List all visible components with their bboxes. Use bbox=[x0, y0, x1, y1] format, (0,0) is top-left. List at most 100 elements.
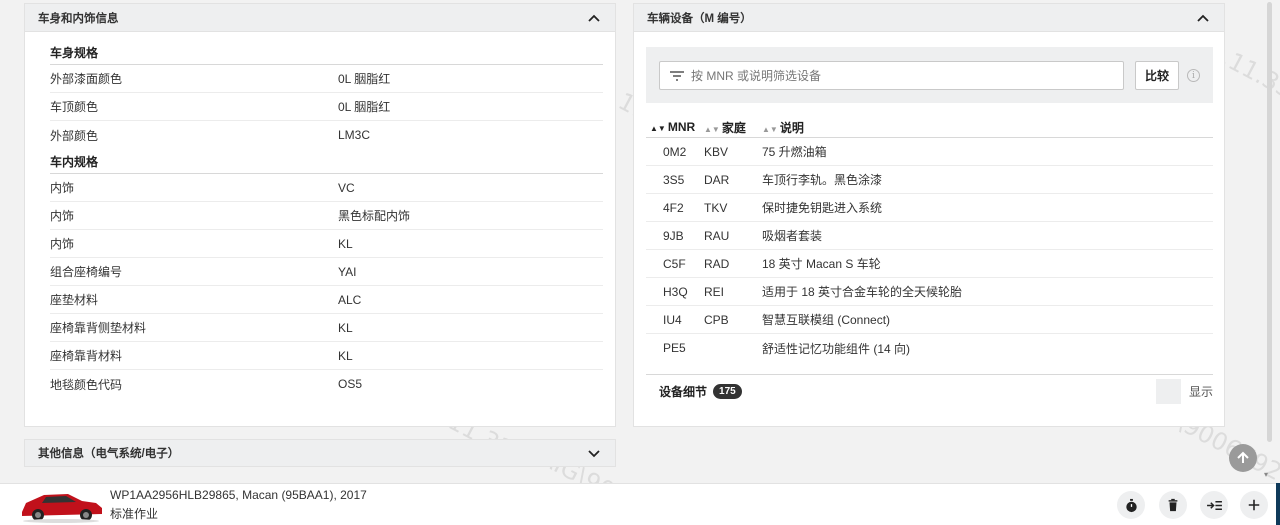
filter-bar: 按 MNR 或说明筛选设备 比较 i bbox=[646, 47, 1213, 103]
spec-value: 黑色标配内饰 bbox=[338, 209, 411, 223]
cell-desc: 车顶行李轨。黑色涂漆 bbox=[762, 173, 883, 187]
equipment-filter-input[interactable]: 按 MNR 或说明筛选设备 bbox=[659, 61, 1124, 90]
spec-label: 车顶颜色 bbox=[50, 100, 99, 114]
table-row: IU4 CPB 智慧互联模组 (Connect) bbox=[646, 306, 1213, 334]
group-heading: 车内规格 bbox=[50, 155, 603, 174]
spec-value: ALC bbox=[338, 292, 362, 307]
spec-value: LM3C bbox=[338, 128, 371, 142]
cell-mnr: 9JB bbox=[663, 228, 684, 243]
panel-title: 车辆设备（M 编号） bbox=[647, 12, 752, 25]
equipment-panel: 车辆设备（M 编号） 按 MNR 或说明筛选设备 比较 i ▲▼ MNR ▲▼ 家庭… bbox=[633, 3, 1225, 427]
cell-mnr: 0M2 bbox=[663, 144, 687, 159]
spec-label: 地毯颜色代码 bbox=[50, 377, 123, 392]
details-count-badge: 175 bbox=[713, 384, 742, 399]
column-label: 说明 bbox=[779, 120, 804, 135]
table-row: C5F RAD 18 英寸 Macan S 车轮 bbox=[646, 250, 1213, 278]
spec-row: 内饰 VC bbox=[50, 174, 603, 202]
body-interior-panel: 车身和内饰信息 车身规格 外部漆面颜色 0L 胭脂红 车顶颜色 0L 胭脂红 外部颜… bbox=[24, 3, 616, 427]
scrollbar-thumb[interactable] bbox=[1267, 2, 1272, 442]
edge-accent-bar bbox=[1276, 483, 1280, 525]
cell-family: RAD bbox=[704, 256, 730, 271]
spec-label: 座椅靠背材料 bbox=[50, 349, 123, 363]
chevron-up-icon[interactable] bbox=[1196, 11, 1210, 25]
table-header: ▲▼ MNR ▲▼ 家庭 ▲▼ 说明 bbox=[646, 117, 1213, 138]
scroll-to-top-button[interactable] bbox=[1229, 444, 1257, 472]
details-label-wrap: 设备细节 175 bbox=[659, 383, 742, 400]
column-label: MNR bbox=[667, 120, 696, 134]
cell-mnr: IU4 bbox=[663, 312, 682, 327]
cell-desc: 舒适性记忆功能组件 (14 向) bbox=[762, 341, 911, 356]
cell-family: TKV bbox=[704, 200, 728, 215]
compare-button[interactable]: 比较 bbox=[1135, 61, 1179, 90]
car-thumbnail-icon bbox=[22, 494, 102, 523]
spec-label: 座垫材料 bbox=[50, 293, 99, 307]
panel-title: 车身和内饰信息 bbox=[38, 12, 119, 25]
cell-family: KBV bbox=[704, 144, 729, 159]
show-toggle[interactable]: 显示 bbox=[1155, 379, 1213, 404]
spec-value: 0L 胭脂红 bbox=[338, 72, 391, 86]
spec-row: 座椅靠背材料 KL bbox=[50, 342, 603, 370]
spec-value: VC bbox=[338, 180, 355, 195]
interior-spec-group: 车内规格 内饰 VC 内饰 黑色标配内饰 内饰 KL 组合座椅编号 YAI 座垫材料 AL… bbox=[25, 155, 615, 398]
show-checkbox[interactable] bbox=[1155, 379, 1181, 404]
body-interior-header[interactable]: 车身和内饰信息 bbox=[25, 4, 615, 32]
spec-label: 内饰 bbox=[50, 237, 75, 251]
spec-row: 座垫材料 ALC bbox=[50, 286, 603, 314]
cell-family: CPB bbox=[704, 312, 729, 327]
equipment-table: ▲▼ MNR ▲▼ 家庭 ▲▼ 说明 0M2 KBV 75 升燃油箱 3S5 DAR 车顶行李… bbox=[646, 117, 1213, 362]
cell-desc: 保时捷免钥匙进入系统 bbox=[762, 201, 883, 215]
chevron-down-icon[interactable] bbox=[587, 446, 601, 460]
table-row: 4F2 TKV 保时捷免钥匙进入系统 bbox=[646, 194, 1213, 222]
filter-placeholder: 按 MNR 或说明筛选设备 bbox=[691, 69, 821, 83]
spec-row: 内饰 KL bbox=[50, 230, 603, 258]
table-row: 3S5 DAR 车顶行李轨。黑色涂漆 bbox=[646, 166, 1213, 194]
cell-desc: 75 升燃油箱 bbox=[762, 145, 827, 159]
spec-row: 外部颜色 LM3C bbox=[50, 121, 603, 149]
cell-desc: 吸烟者套装 bbox=[762, 229, 823, 243]
panel-title: 其他信息（电气系统/电子） bbox=[38, 448, 180, 460]
filter-icon bbox=[670, 70, 684, 81]
scroll-down-arrow-icon[interactable]: ▾ bbox=[1264, 470, 1268, 479]
spec-label: 座椅靠背侧垫材料 bbox=[50, 321, 147, 335]
cell-mnr: 4F2 bbox=[663, 200, 684, 215]
table-row: 9JB RAU 吸烟者套装 bbox=[646, 222, 1213, 250]
stopwatch-icon bbox=[1125, 498, 1137, 512]
cell-mnr: H3Q bbox=[663, 284, 688, 299]
other-info-header[interactable]: 其他信息（电气系统/电子） bbox=[25, 440, 615, 466]
spec-label: 内饰 bbox=[50, 181, 75, 195]
column-header-family[interactable]: ▲▼ 家庭 bbox=[704, 119, 762, 136]
info-icon[interactable]: i bbox=[1187, 69, 1200, 82]
spec-row: 车顶颜色 0L 胭脂红 bbox=[50, 93, 603, 121]
table-row: PE5 舒适性记忆功能组件 (14 向) bbox=[646, 334, 1213, 362]
group-heading: 车身规格 bbox=[50, 46, 603, 65]
show-label: 显示 bbox=[1188, 385, 1213, 399]
job-type: 标准作业 bbox=[110, 507, 159, 521]
column-header-desc[interactable]: ▲▼ 说明 bbox=[762, 119, 804, 136]
spec-value: 0L 胭脂红 bbox=[338, 100, 391, 114]
cell-mnr: 3S5 bbox=[663, 172, 685, 187]
spec-label: 外部漆面颜色 bbox=[50, 72, 123, 86]
table-row: H3Q REI 适用于 18 英寸合金车轮的全天候轮胎 bbox=[646, 278, 1213, 306]
spec-label: 外部颜色 bbox=[50, 128, 99, 143]
stopwatch-button[interactable] bbox=[1117, 491, 1145, 519]
add-button[interactable] bbox=[1240, 491, 1268, 519]
page-scrollbar[interactable] bbox=[1266, 0, 1274, 480]
details-label: 设备细节 bbox=[659, 385, 708, 399]
column-header-mnr[interactable]: ▲▼ MNR bbox=[646, 120, 704, 134]
cell-desc: 智慧互联模组 (Connect) bbox=[762, 313, 891, 327]
spec-row: 座椅靠背侧垫材料 KL bbox=[50, 314, 603, 342]
chevron-up-icon[interactable] bbox=[587, 11, 601, 25]
equipment-details-bar: 设备细节 175 显示 bbox=[646, 374, 1213, 408]
equipment-header[interactable]: 车辆设备（M 编号） bbox=[634, 4, 1224, 32]
spec-label: 内饰 bbox=[50, 209, 75, 223]
vehicle-title: WP1AA2956HLB29865, Macan (95BAA1), 2017 bbox=[110, 488, 367, 502]
column-label: 家庭 bbox=[721, 120, 746, 135]
trash-icon bbox=[1168, 498, 1178, 512]
delete-button[interactable] bbox=[1159, 491, 1187, 519]
indent-button[interactable] bbox=[1200, 491, 1228, 519]
body-spec-group: 车身规格 外部漆面颜色 0L 胭脂红 车顶颜色 0L 胭脂红 外部颜色 LM3C bbox=[25, 46, 615, 149]
spec-label: 组合座椅编号 bbox=[50, 265, 123, 279]
spec-row: 内饰 黑色标配内饰 bbox=[50, 202, 603, 230]
sort-icon: ▲▼ bbox=[704, 124, 720, 134]
other-info-panel[interactable]: 其他信息（电气系统/电子） bbox=[24, 439, 616, 467]
